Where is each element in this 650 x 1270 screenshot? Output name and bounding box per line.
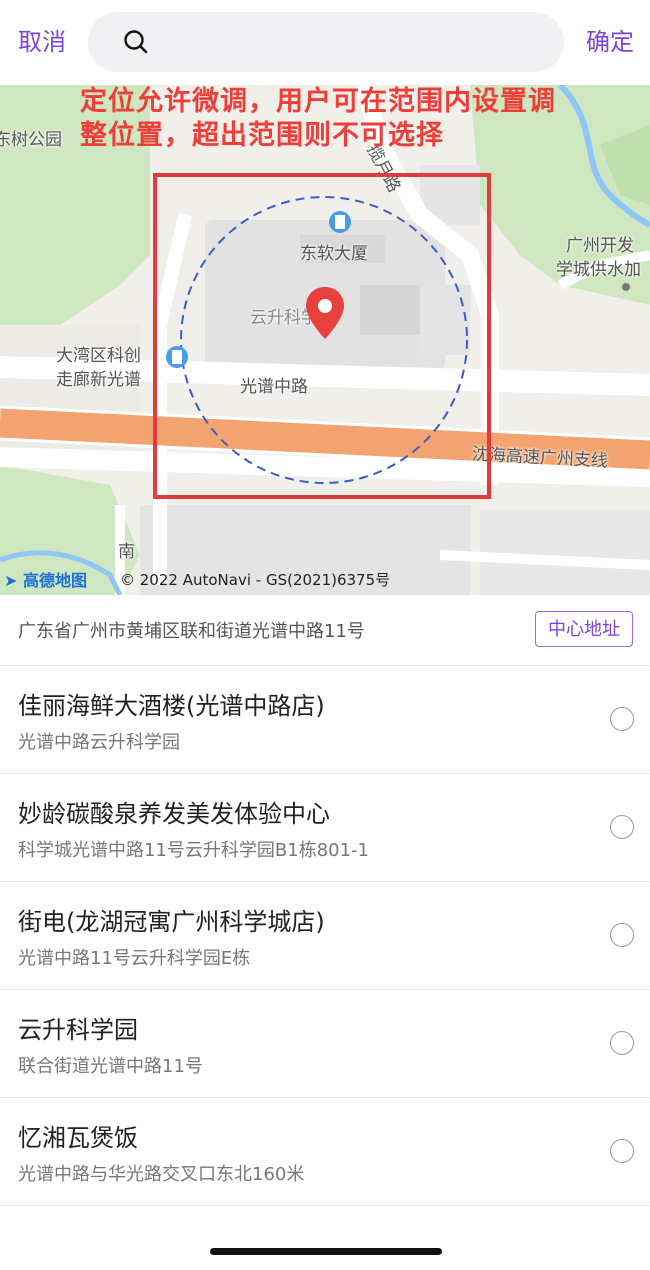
poi-list: 佳丽海鲜大酒楼(光谱中路店) 光谱中路云升科学园 妙龄碳酸泉养发美发体验中心 科… xyxy=(0,666,650,1206)
search-input[interactable] xyxy=(166,12,550,74)
location-pin-icon[interactable] xyxy=(303,285,347,343)
list-item[interactable]: 妙龄碳酸泉养发美发体验中心 科学城光谱中路11号云升科学园B1栋801-1 xyxy=(0,774,650,882)
map-label-south: 南 xyxy=(118,542,135,562)
home-indicator xyxy=(210,1248,442,1255)
map-label-zoulang: 走廊新光谱 xyxy=(56,370,141,390)
map-label-park: 东树公园 xyxy=(0,130,62,150)
overlay-annotation: 定位允许微调，用户可在范围内设置调整位置，超出范围则不可选择 xyxy=(80,86,556,151)
map-label-water-1: 广州开发 xyxy=(566,236,634,256)
map-logo: ➤ 高德地图 xyxy=(4,571,87,590)
radio-button[interactable] xyxy=(610,815,634,839)
search-icon xyxy=(124,30,148,54)
map-copyright: © 2022 AutoNavi - GS(2021)6375号 xyxy=(120,571,391,589)
navigation-arrow-icon: ➤ xyxy=(4,571,18,590)
list-item[interactable]: 佳丽海鲜大酒楼(光谱中路店) 光谱中路云升科学园 xyxy=(0,666,650,774)
list-item[interactable]: 忆湘瓦煲饭 光谱中路与华光路交叉口东北160米 xyxy=(0,1098,650,1206)
center-address-button[interactable]: 中心地址 xyxy=(535,611,633,647)
poi-name: 云升科学园 xyxy=(18,1016,138,1044)
poi-name: 佳丽海鲜大酒楼(光谱中路店) xyxy=(18,692,325,720)
map-label-dawan: 大湾区科创 xyxy=(56,346,141,366)
radio-button[interactable] xyxy=(610,923,634,947)
poi-address: 联合街道光谱中路11号 xyxy=(18,1056,203,1077)
cancel-button[interactable]: 取消 xyxy=(18,24,66,60)
list-item[interactable]: 街电(龙湖冠寓广州科学城店) 光谱中路11号云升科学园E栋 xyxy=(0,882,650,990)
map-label-water-2: 学城供水加 xyxy=(556,260,641,280)
map-view[interactable]: 东树公园 揽月路 东软大厦 云升科学园 大湾区科创 走廊新光谱 光谱中路 沈海高… xyxy=(0,85,650,595)
current-address-row: 广东省广州市黄埔区联和街道光谱中路11号 中心地址 xyxy=(0,595,650,666)
poi-address: 光谱中路11号云升科学园E栋 xyxy=(18,948,251,969)
radio-button[interactable] xyxy=(610,707,634,731)
list-item[interactable]: 云升科学园 联合街道光谱中路11号 xyxy=(0,990,650,1098)
poi-address: 科学城光谱中路11号云升科学园B1栋801-1 xyxy=(18,840,370,861)
current-address: 广东省广州市黄埔区联和街道光谱中路11号 xyxy=(18,621,365,642)
poi-address: 光谱中路云升科学园 xyxy=(18,732,180,753)
poi-name: 街电(龙湖冠寓广州科学城店) xyxy=(18,908,325,936)
radio-button[interactable] xyxy=(610,1031,634,1055)
poi-name: 忆湘瓦煲饭 xyxy=(18,1124,138,1152)
confirm-button[interactable]: 确定 xyxy=(586,24,634,60)
poi-name: 妙龄碳酸泉养发美发体验中心 xyxy=(18,800,330,828)
radio-button[interactable] xyxy=(610,1139,634,1163)
poi-address: 光谱中路与华光路交叉口东北160米 xyxy=(18,1164,305,1185)
top-bar: 取消 确定 xyxy=(0,0,650,85)
search-bar[interactable] xyxy=(88,12,564,74)
